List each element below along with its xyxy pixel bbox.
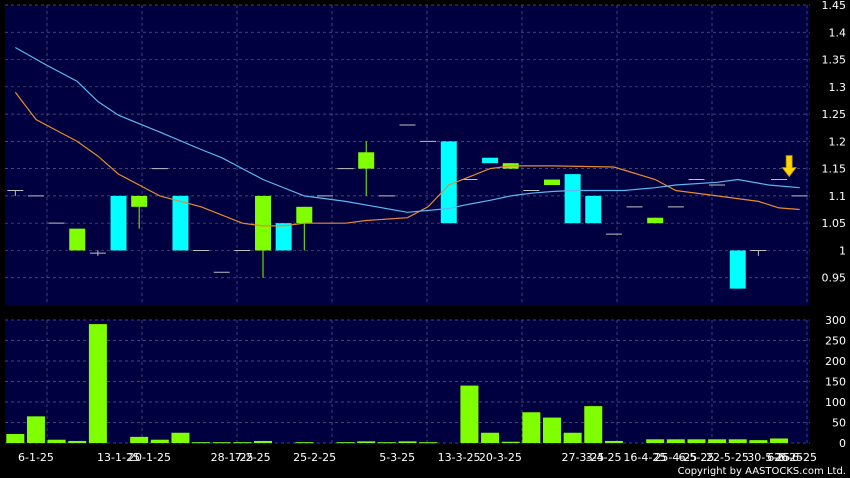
volume-bar xyxy=(233,442,252,444)
candle-body xyxy=(255,195,272,251)
volume-tick-label: 200 xyxy=(825,355,846,368)
volume-bar xyxy=(254,440,273,443)
volume-bar xyxy=(646,439,665,443)
stock-chart: 0.95 1 1.05 1.1 1.15 1.2 1.25 1.3 1.35 1.4 1.45 0 5… xyxy=(0,0,850,478)
volume-tick-label: 150 xyxy=(825,376,846,389)
candle-body xyxy=(482,157,499,164)
volume-bar xyxy=(357,441,376,443)
date-tick-label: 6-1-25 xyxy=(18,451,54,464)
candle-body xyxy=(729,250,746,289)
volume-bar xyxy=(88,324,107,443)
date-tick-label: 7-2-25 xyxy=(235,451,271,464)
volume-bar xyxy=(563,432,582,443)
volume-bar xyxy=(150,439,169,443)
volume-bar xyxy=(171,432,190,443)
volume-bar xyxy=(377,442,396,444)
candle-body xyxy=(647,217,664,224)
candle-body xyxy=(543,179,560,185)
date-tick-label: 3-4-25 xyxy=(586,451,622,464)
volume-bar xyxy=(770,438,789,443)
volume-bar xyxy=(604,440,623,443)
candle-body xyxy=(296,206,313,224)
volume-bar xyxy=(398,441,417,443)
volume-tick-label: 0 xyxy=(839,437,846,450)
volume-bar xyxy=(6,433,25,443)
date-tick-label: 22-5-25 xyxy=(706,451,749,464)
price-tick-label: 1.25 xyxy=(822,108,847,121)
candle-body xyxy=(172,195,189,251)
volume-bar xyxy=(26,416,45,443)
candle-body xyxy=(275,223,292,251)
price-tick-label: 1.1 xyxy=(829,190,847,203)
price-tick-label: 1.4 xyxy=(829,26,847,39)
volume-bar xyxy=(295,442,314,444)
volume-bar xyxy=(542,417,561,443)
price-tick-label: 1.15 xyxy=(822,163,847,176)
volume-bar xyxy=(130,436,149,443)
candle-body xyxy=(358,152,375,169)
date-tick-label: 20-3-25 xyxy=(479,451,522,464)
volume-bar xyxy=(687,439,706,443)
volume-bar xyxy=(666,439,685,443)
volume-bar xyxy=(192,442,211,444)
volume-bar xyxy=(68,440,87,443)
price-tick-label: 1 xyxy=(839,244,846,257)
candle-body xyxy=(131,195,148,207)
volume-bar xyxy=(460,385,479,443)
candle-body xyxy=(585,195,602,224)
volume-bar xyxy=(47,439,66,443)
date-tick-label: 5-3-25 xyxy=(379,451,415,464)
volume-bar xyxy=(481,432,500,443)
candle-body xyxy=(564,174,581,224)
volume-bar xyxy=(708,439,727,443)
price-tick-label: 1.2 xyxy=(829,135,847,148)
volume-tick-label: 50 xyxy=(832,417,846,430)
volume-bar xyxy=(212,442,231,444)
volume-bar xyxy=(336,442,355,444)
volume-tick-label: 300 xyxy=(825,314,846,327)
date-tick-label: 13-3-25 xyxy=(438,451,481,464)
price-tick-label: 0.95 xyxy=(822,272,847,285)
candle-body xyxy=(69,228,86,251)
candle-body xyxy=(110,195,127,251)
date-tick-label: 25-2-25 xyxy=(293,451,336,464)
volume-tick-label: 250 xyxy=(825,335,846,348)
volume-bar xyxy=(501,441,520,443)
date-tick-label: 26-6-25 xyxy=(774,451,817,464)
price-tick-label: 1.45 xyxy=(822,0,847,12)
price-tick-label: 1.05 xyxy=(822,217,847,230)
volume-bar xyxy=(728,439,747,443)
price-panel xyxy=(5,5,810,305)
price-tick-label: 1.35 xyxy=(822,54,847,67)
copyright-text: Copyright by AASTOCKS.com Ltd. xyxy=(678,466,846,477)
volume-bar xyxy=(522,412,541,443)
volume-tick-label: 100 xyxy=(825,396,846,409)
volume-bar xyxy=(419,442,438,444)
price-tick-label: 1.3 xyxy=(829,81,847,94)
volume-bar xyxy=(749,440,768,443)
date-tick-label: 20-1-25 xyxy=(128,451,171,464)
volume-bar xyxy=(584,406,603,443)
